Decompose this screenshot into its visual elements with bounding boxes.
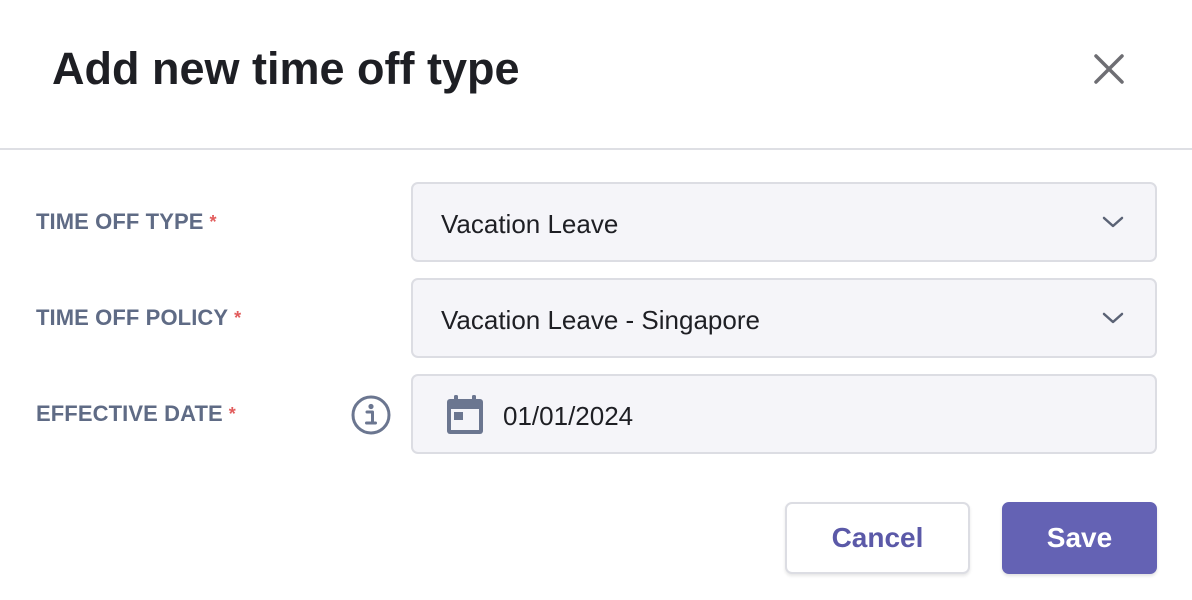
- close-icon: [1094, 54, 1124, 84]
- time-off-policy-select[interactable]: Vacation Leave - Singapore: [411, 278, 1157, 358]
- close-button[interactable]: [1086, 46, 1132, 92]
- info-icon[interactable]: [350, 394, 392, 436]
- effective-date-input[interactable]: 01/01/2024: [411, 374, 1157, 454]
- time-off-type-value: Vacation Leave: [441, 209, 619, 239]
- required-marker: *: [234, 308, 242, 328]
- effective-date-row: EFFECTIVE DATE * 01/01/2024: [0, 374, 1192, 454]
- time-off-type-label: TIME OFF TYPE *: [36, 208, 217, 236]
- chevron-down-icon: [1102, 312, 1124, 324]
- add-time-off-type-dialog: Add new time off type TIME OFF TYPE * Vac…: [0, 0, 1192, 600]
- effective-date-label-text: EFFECTIVE DATE: [36, 401, 223, 426]
- time-off-policy-row: TIME OFF POLICY * Vacation Leave - Singap…: [0, 278, 1192, 358]
- time-off-policy-value: Vacation Leave - Singapore: [441, 305, 760, 335]
- dialog-header: Add new time off type: [0, 0, 1192, 150]
- time-off-type-row: TIME OFF TYPE * Vacation Leave: [0, 182, 1192, 262]
- time-off-policy-label-text: TIME OFF POLICY: [36, 305, 229, 330]
- time-off-type-select[interactable]: Vacation Leave: [411, 182, 1157, 262]
- chevron-down-icon: [1102, 216, 1124, 228]
- required-marker: *: [228, 404, 236, 424]
- effective-date-value: 01/01/2024: [503, 401, 634, 431]
- required-marker: *: [209, 212, 217, 232]
- calendar-icon: [447, 395, 483, 434]
- time-off-type-label-text: TIME OFF TYPE: [36, 209, 204, 234]
- cancel-button[interactable]: Cancel: [785, 502, 970, 574]
- save-button[interactable]: Save: [1002, 502, 1157, 574]
- effective-date-label: EFFECTIVE DATE *: [36, 400, 236, 428]
- dialog-title: Add new time off type: [52, 43, 520, 94]
- time-off-policy-label: TIME OFF POLICY *: [36, 304, 241, 332]
